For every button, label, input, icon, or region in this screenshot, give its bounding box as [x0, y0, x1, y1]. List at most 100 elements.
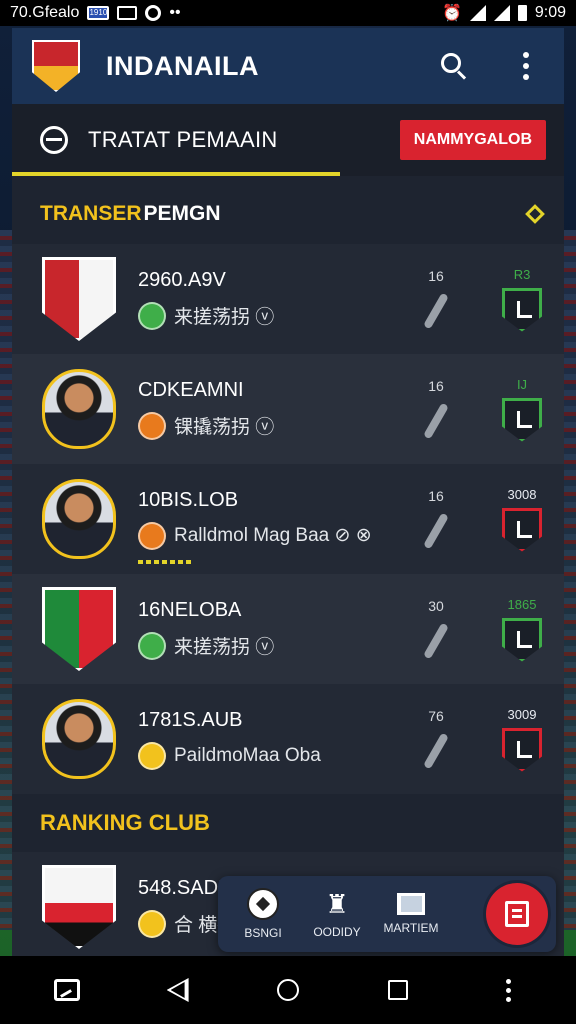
- row-score-value: 1865: [507, 596, 537, 612]
- row-stat-number: 16: [428, 488, 444, 504]
- row-subtitle: PaildmoMaa Oba: [174, 744, 321, 766]
- row-status-icon: [138, 411, 166, 440]
- back-icon: [166, 978, 189, 1002]
- app-bar: INDANAILA: [12, 28, 564, 104]
- club-crest: [42, 587, 116, 671]
- player-avatar: [42, 699, 116, 779]
- clock: 9:09: [534, 4, 566, 21]
- ball-icon: [247, 888, 279, 920]
- recents-icon: [388, 980, 409, 1000]
- dock-label: OODIDY: [313, 925, 361, 939]
- filter-diamond-icon[interactable]: [525, 204, 545, 224]
- section-tab-header: TRATAT PEMAAIN NAMMYGALOB: [12, 104, 564, 176]
- search-icon: [441, 53, 467, 80]
- row-stat-number: 76: [428, 708, 444, 724]
- stadium-background-right: [562, 230, 576, 930]
- row-stat-number: 16: [428, 378, 444, 394]
- transfer-row[interactable]: 2960.A9V 来搓荡拐 ⓥ 16 R3: [12, 244, 564, 354]
- row-title: 16NELOBA: [138, 598, 242, 621]
- shield-icon[interactable]: [502, 397, 542, 442]
- shield-icon[interactable]: [502, 287, 542, 332]
- edit-icon: [505, 901, 529, 927]
- pen-icon[interactable]: [423, 622, 449, 660]
- transfer-row[interactable]: 10BIS.LOB Ralldmol Mag Baa ⊘ ⊗ 16 3008: [12, 464, 564, 574]
- row-title: 2960.A9V: [138, 268, 226, 291]
- floating-action-button[interactable]: [486, 883, 548, 945]
- back-button[interactable]: [158, 970, 198, 1010]
- player-avatar: [42, 369, 116, 449]
- tab-transfer-title[interactable]: TRATAT PEMAAIN: [88, 127, 278, 153]
- row-title: 1781S.AUB: [138, 708, 243, 731]
- row-stat-number: 30: [428, 598, 444, 614]
- row-stat-number: 16: [428, 268, 444, 284]
- dock-item-oodidy[interactable]: ♜ OODIDY: [300, 889, 374, 939]
- dock-item-martiem[interactable]: MARTIEM: [374, 893, 448, 935]
- shield-icon[interactable]: [502, 727, 542, 772]
- recents-button[interactable]: [378, 970, 418, 1010]
- more-options-button[interactable]: [506, 46, 546, 86]
- screenshot-button[interactable]: [47, 970, 87, 1010]
- battery-icon: [517, 5, 527, 21]
- player-avatar: [42, 479, 116, 559]
- dock-label: BSNGI: [244, 926, 282, 940]
- signal-icon: [493, 5, 510, 21]
- row-title: 10BIS.LOB: [138, 488, 239, 511]
- active-tab-indicator: [12, 172, 340, 176]
- transfer-header-part2: PEMGN: [143, 202, 221, 225]
- pen-icon[interactable]: [423, 732, 449, 770]
- bottom-dock: BSNGI ♜ OODIDY MARTIEM: [218, 876, 556, 952]
- minus-circle-icon[interactable]: [40, 126, 68, 154]
- dock-label: MARTIEM: [383, 921, 439, 935]
- row-divider-dots: [138, 560, 194, 564]
- dock-item-bsngi[interactable]: BSNGI: [226, 888, 300, 940]
- row-status-icon: [138, 301, 166, 330]
- shield-icon[interactable]: [502, 617, 542, 662]
- home-icon: [276, 979, 299, 1001]
- row-score-value: R3: [513, 266, 531, 282]
- home-button[interactable]: [268, 970, 308, 1010]
- row-score-value: 3009: [507, 706, 537, 722]
- row-title: CDKEAMNI: [138, 378, 244, 401]
- transfer-row[interactable]: 16NELOBA 来搓荡拐 ⓥ 30 1865: [12, 560, 564, 684]
- transfer-header-part1: TRANSER: [40, 202, 142, 225]
- pen-icon[interactable]: [423, 292, 449, 330]
- sync-icon: [145, 5, 162, 21]
- row-status-icon: [138, 521, 166, 550]
- row-subtitle: 来搓荡拐 ⓥ: [174, 637, 275, 658]
- club-logo-icon[interactable]: [32, 40, 80, 92]
- nav-more-button[interactable]: [489, 970, 529, 1010]
- row-score-value: 3008: [507, 486, 537, 502]
- app-title: INDANAILA: [106, 50, 259, 81]
- alarm-icon: ⏰: [441, 5, 462, 22]
- more-vert-icon: [523, 52, 529, 80]
- carrier-badge-icon: 1910: [87, 6, 110, 20]
- transfer-row[interactable]: CDKEAMNI 锞撬荡拐 ⓥ 16 IJ: [12, 354, 564, 464]
- status-text: 70.Gfealo: [10, 4, 80, 21]
- club-action-button[interactable]: NAMMYGALOB: [399, 120, 546, 160]
- ranking-section-title: RANKING CLUB: [12, 794, 564, 852]
- app-window: INDANAILA TRATAT PEMAAIN NAMMYGALOB TRAN…: [12, 28, 564, 956]
- row-status-icon: [138, 631, 166, 660]
- ranking-club-crest: [42, 865, 116, 949]
- pen-icon[interactable]: [423, 402, 449, 440]
- ranking-status-icon: [138, 909, 166, 938]
- shield-icon[interactable]: [502, 507, 542, 552]
- flag-icon: [397, 893, 425, 915]
- club-crest: [42, 257, 116, 341]
- pen-icon[interactable]: [423, 512, 449, 550]
- more-icon: [506, 978, 512, 1002]
- search-button[interactable]: [434, 46, 474, 86]
- status-bar: 70.Gfealo 1910 •• ⏰ 9:09: [0, 0, 576, 26]
- system-nav-bar: [0, 956, 576, 1024]
- transfer-section-header: TRANSER PEMGN: [12, 184, 564, 244]
- transfer-row[interactable]: 1781S.AUB PaildmoMaa Oba 76 3009: [12, 684, 564, 794]
- row-score-value: IJ: [516, 376, 528, 392]
- row-subtitle: 来搓荡拐 ⓥ: [174, 307, 275, 328]
- row-subtitle: 锞撬荡拐 ⓥ: [174, 417, 275, 438]
- screenshot-icon: [54, 979, 81, 1001]
- more-notifications-icon: ••: [169, 4, 181, 21]
- player-icon: ♜: [325, 889, 349, 919]
- transfer-list: 2960.A9V 来搓荡拐 ⓥ 16 R3 CDKEAMNI 锞撬荡拐 ⓥ 16 IJ 10BI…: [12, 244, 564, 794]
- mail-icon: [117, 6, 138, 20]
- row-status-icon: [138, 741, 166, 770]
